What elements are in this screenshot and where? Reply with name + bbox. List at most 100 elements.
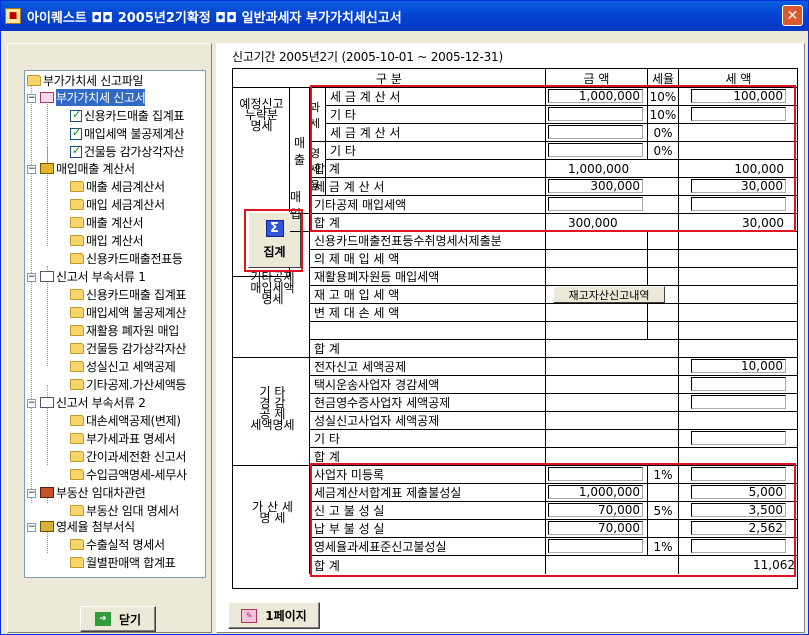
amount-cell [546,304,648,322]
tree-item-lease-detail[interactable]: 부동산 임대 명세서 [70,502,179,519]
row-label: 합 계 [310,340,546,358]
tree-item-root[interactable]: 부가가치세 신고파일 [27,72,143,89]
rate-cell: 10% [648,106,679,124]
amount-input[interactable] [548,143,643,157]
tax-input[interactable]: 2,562 [691,521,786,535]
tree-item-faithful-credit[interactable]: 성실신고 세액공제 [70,358,176,375]
amount-cell [546,358,679,376]
row-label: 기타공제 매입세액 [310,196,546,214]
tree-item-attachments-1[interactable]: 신고서 부속서류 1 [40,268,146,285]
amount-input[interactable] [548,125,643,139]
tree-item-other-deductions[interactable]: 기타공제.가산세액등 [70,376,186,393]
tax-input[interactable]: 10,000 [691,359,786,373]
document-icon [40,271,54,282]
row-label: 성실신고사업자 세액공제 [310,412,546,430]
tree-item-purchase-invoice[interactable]: 매입 계산서 [70,232,144,249]
collapse-toggle[interactable]: − [27,273,36,282]
tax-input[interactable] [691,539,786,553]
tax-input[interactable] [691,107,786,121]
amount-input[interactable] [548,467,643,481]
tax-input[interactable] [691,197,786,211]
collapse-toggle[interactable]: − [27,523,36,532]
close-window-button[interactable]: ✕ [782,5,803,26]
tree-item-vat-return[interactable]: 부가가치세 신고서 [40,89,146,106]
tree-item-label: 성실신고 세액공제 [86,360,176,374]
tree-item-nondeductible-calc-2[interactable]: 매입세액 불공제계산 [70,304,186,321]
amount-input[interactable]: 300,000 [548,179,643,193]
row-label: 변 제 대 손 세 액 [310,304,546,322]
tree-item-sales-invoice[interactable]: 매출 계산서 [70,214,144,231]
tree-item-revenue-detail[interactable]: 수입금액명세-세무사 [70,466,187,483]
amount-input[interactable]: 1,000,000 [548,89,643,103]
tax-input[interactable]: 30,000 [691,179,786,193]
amount-input[interactable] [548,539,643,553]
amount-cell: 300,000 [546,178,679,196]
amount-input[interactable] [548,197,643,211]
taxable-label: 과세 [310,88,326,142]
rate-cell [648,304,679,322]
checkbox-checked-icon[interactable] [70,126,82,140]
tax-input[interactable] [691,467,786,481]
collapse-toggle[interactable]: − [27,489,36,498]
tree-item-card-slips[interactable]: 신용카드매출전표등 [70,250,183,267]
amount-cell: 1,000,000 [546,484,648,502]
sales-total-amount: 1,000,000 [546,160,679,178]
tax-input[interactable]: 3,500 [691,503,786,517]
close-button[interactable]: ➜ 닫기 [80,606,156,632]
checkbox-checked-icon[interactable] [70,108,82,122]
tree-item-export-record[interactable]: 수출실적 명세서 [70,536,165,553]
tax-input[interactable]: 100,000 [691,89,786,103]
tree-item-zero-rate[interactable]: 영세율 첨부서식 [40,518,135,535]
tree-item-label: 매출 계산서 [86,216,144,230]
page-one-button[interactable]: ✎ 1페이지 [228,602,320,629]
rate-cell [648,268,679,286]
tree-item-sales-tax-invoice[interactable]: 매출 세금계산서 [70,178,165,195]
inventory-report-button[interactable]: 재고자산신고내역 [553,286,665,303]
tree-item-label: 매출 세금계산서 [86,180,165,194]
title-bar[interactable]: ■ 아이퀘스트 ◘◘ 2005년2기확정 ◘◘ 일반과세자 부가가치세신고서 ✕ [1,1,808,31]
window-body: 부가가치세 신고파일 − 부가가치세 신고서 신용카드매출 집계표 매입세액 불… [4,31,807,633]
tree-item-purchase-tax-invoice[interactable]: 매입 세금계산서 [70,196,165,213]
folder-icon [70,469,84,480]
tree-item-sales-purchase[interactable]: 매입매출 계산서 [40,160,135,177]
tax-cell [679,196,798,214]
tree-item-label: 재활용 폐자원 매입 [86,324,179,338]
tree-item-monthly-sales[interactable]: 월별판매액 합계표 [70,554,176,571]
tax-input[interactable] [691,395,786,409]
folder-icon [70,235,84,246]
amount-input[interactable]: 1,000,000 [548,485,643,499]
tree-item-recycling-purchase[interactable]: 재활용 폐자원 매입 [70,322,179,339]
tree-item-real-estate[interactable]: 부동산 임대차관련 [40,484,146,501]
purchase-total-tax: 30,000 [679,214,798,232]
collapse-toggle[interactable]: − [27,399,36,408]
tree-item-simplified-conversion[interactable]: 간이과세전환 신고서 [70,448,186,465]
row-label: 의 제 매 입 세 액 [310,250,546,268]
tax-input[interactable] [691,377,786,391]
row-label: 택시운송사업자 경감세액 [310,376,546,394]
header-rate: 세율 [648,69,679,88]
collapse-toggle[interactable]: − [27,165,36,174]
collapse-toggle[interactable]: − [27,94,36,103]
tree-item-attachments-2[interactable]: 신고서 부속서류 2 [40,394,146,411]
tree-item-bad-debt-credit[interactable]: 대손세액공제(변제) [70,412,181,429]
tree-item-label: 부동산 임대 명세서 [86,504,179,518]
tax-input[interactable]: 5,000 [691,485,786,499]
checkbox-checked-icon[interactable] [70,144,82,158]
row-label: 세 금 계 산 서 [310,178,546,196]
tree-item-card-sales-summary[interactable]: 신용카드매출 집계표 [70,107,184,124]
tree-item-depreciable-assets-2[interactable]: 건물등 감가상각자산 [70,340,186,357]
tree-item-depreciable-assets[interactable]: 건물등 감가상각자산 [70,143,184,160]
tree-item-card-sales-summary-2[interactable]: 신용카드매출 집계표 [70,286,186,303]
tree-item-label: 부동산 임대차관련 [56,486,146,500]
tax-input[interactable] [691,431,786,445]
amount-cell [546,448,679,466]
amount-input[interactable]: 70,000 [548,503,643,517]
tree-item-vat-base-detail[interactable]: 부가세과표 명세서 [70,430,176,447]
tree-item-label: 매입 계산서 [86,234,144,248]
folder-icon [70,557,84,568]
amount-input[interactable] [548,107,643,121]
row-label: 기 타 [310,430,546,448]
amount-input[interactable]: 70,000 [548,521,643,535]
document-icon [40,397,54,408]
tree-item-nondeductible-calc[interactable]: 매입세액 불공제계산 [70,125,184,142]
